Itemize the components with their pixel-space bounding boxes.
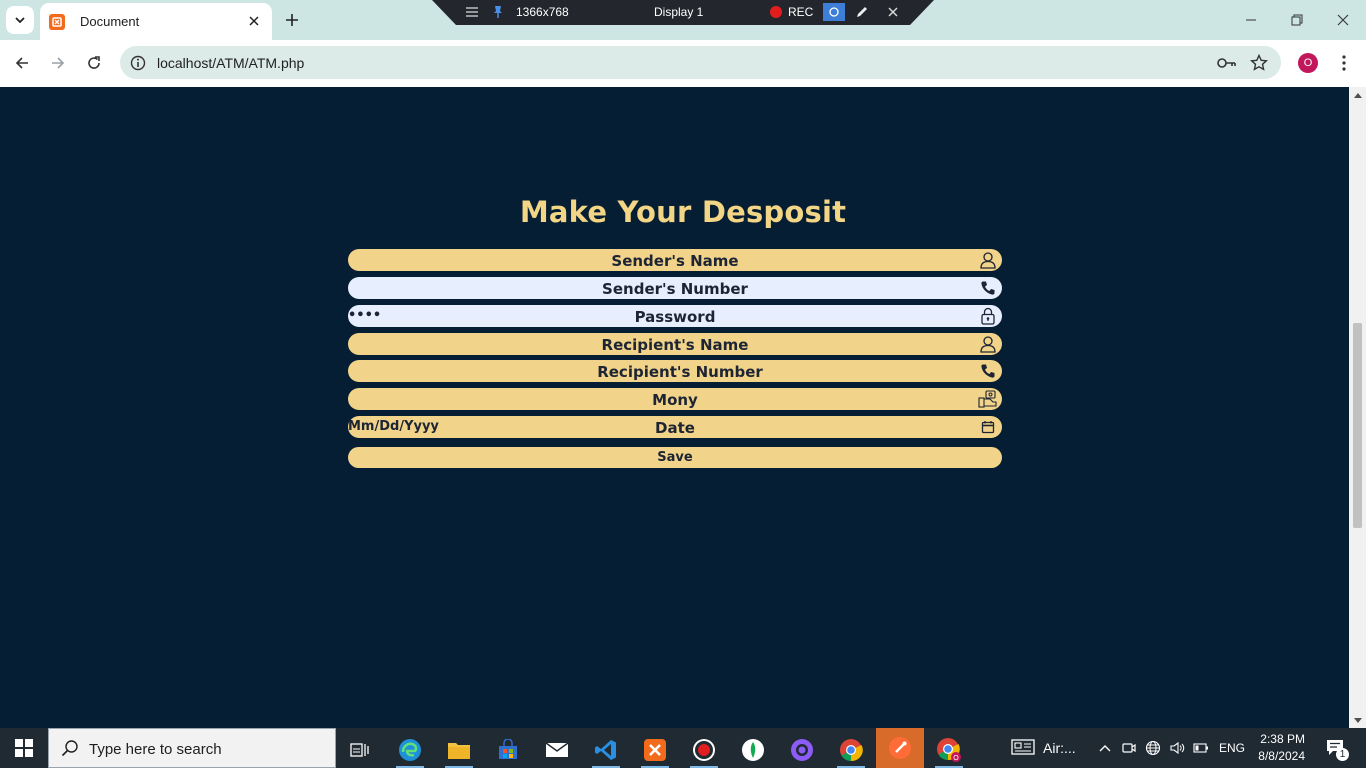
chrome-profile-icon[interactable]: O bbox=[929, 732, 969, 768]
battery-icon[interactable] bbox=[1193, 740, 1209, 756]
password-key-icon[interactable] bbox=[1217, 54, 1237, 72]
page-title: Make Your Desposit bbox=[519, 195, 847, 229]
lock-icon bbox=[978, 306, 998, 326]
search-icon bbox=[61, 740, 78, 757]
reload-icon bbox=[88, 56, 100, 69]
bookmark-star-icon[interactable] bbox=[1249, 53, 1269, 73]
field-placeholder: Password bbox=[634, 308, 716, 326]
scrollbar-thumb[interactable] bbox=[1353, 323, 1362, 528]
start-button[interactable] bbox=[0, 728, 48, 768]
tab-title: Document bbox=[80, 14, 140, 29]
edge-browser-icon[interactable] bbox=[390, 732, 430, 768]
screen-recorder-bar: 1366x768 Display 1 REC bbox=[432, 0, 934, 25]
sender-name-input[interactable]: Sender's Name bbox=[348, 249, 1002, 271]
mongodb-compass-icon[interactable] bbox=[733, 732, 773, 768]
field-placeholder: Sender's Number bbox=[602, 280, 748, 298]
field-placeholder: Recipient's Number bbox=[597, 363, 763, 381]
site-info-icon[interactable] bbox=[129, 54, 147, 72]
field-placeholder: Mony bbox=[652, 391, 698, 409]
forward-button[interactable] bbox=[46, 51, 70, 75]
money-input[interactable]: Mony bbox=[348, 388, 1002, 410]
chevron-down-icon bbox=[15, 17, 25, 24]
svg-text:O: O bbox=[953, 755, 959, 762]
save-button[interactable]: Save bbox=[348, 447, 1002, 468]
arrow-right-icon bbox=[52, 57, 65, 69]
field-placeholder: Sender's Name bbox=[611, 252, 739, 270]
clock-date[interactable]: 8/8/2024 bbox=[1257, 749, 1305, 763]
task-view-icon[interactable] bbox=[340, 732, 380, 768]
recipient-name-input[interactable]: Recipient's Name bbox=[348, 333, 1002, 355]
recorder-close-icon[interactable] bbox=[883, 3, 903, 21]
profile-avatar[interactable]: O bbox=[1298, 53, 1318, 73]
camera-icon[interactable] bbox=[823, 3, 845, 21]
xampp-favicon-icon bbox=[49, 13, 65, 30]
tab-search-button[interactable] bbox=[6, 6, 34, 34]
recorder-display: Display 1 bbox=[654, 5, 704, 19]
news-widget-icon[interactable] bbox=[1010, 739, 1036, 755]
url-text: localhost/ATM/ATM.php bbox=[157, 55, 305, 71]
close-window-button[interactable] bbox=[1331, 8, 1355, 32]
menu-icon[interactable] bbox=[462, 3, 482, 21]
scroll-up-icon[interactable] bbox=[1353, 91, 1362, 99]
new-tab-button[interactable] bbox=[282, 10, 302, 30]
vertical-scrollbar[interactable] bbox=[1349, 87, 1366, 728]
pin-icon[interactable] bbox=[488, 3, 508, 21]
github-desktop-icon[interactable] bbox=[782, 732, 822, 768]
restore-icon bbox=[1291, 14, 1303, 26]
calendar-icon[interactable] bbox=[978, 417, 998, 437]
back-button[interactable] bbox=[10, 51, 34, 75]
network-globe-icon[interactable] bbox=[1145, 740, 1161, 756]
volume-icon[interactable] bbox=[1169, 740, 1185, 756]
language-indicator[interactable]: ENG bbox=[1219, 741, 1245, 755]
field-placeholder: Recipient's Name bbox=[601, 336, 749, 354]
file-explorer-icon[interactable] bbox=[439, 732, 479, 768]
clock-time[interactable]: 2:38 PM bbox=[1259, 732, 1305, 746]
record-label: REC bbox=[788, 5, 814, 19]
vscode-icon[interactable] bbox=[586, 732, 626, 768]
windows-taskbar: Type here to search O Air:... ENG 2:38 P… bbox=[0, 728, 1366, 768]
phone-icon bbox=[978, 361, 998, 381]
field-placeholder: Date bbox=[655, 419, 695, 437]
money-icon bbox=[978, 389, 998, 409]
taskbar-search-box[interactable]: Type here to search bbox=[48, 728, 336, 768]
reload-button[interactable] bbox=[82, 51, 106, 75]
record-status[interactable]: REC bbox=[770, 5, 813, 19]
record-dot-icon bbox=[770, 6, 782, 18]
arrow-left-icon bbox=[15, 57, 28, 69]
tab-strip: Document 1366x768 Display 1 REC bbox=[0, 0, 1366, 40]
weather-text[interactable]: Air:... bbox=[1043, 740, 1076, 756]
close-icon bbox=[1337, 14, 1349, 26]
xampp-icon[interactable] bbox=[635, 732, 675, 768]
phone-icon bbox=[978, 278, 998, 298]
plus-icon bbox=[286, 14, 298, 26]
search-placeholder: Type here to search bbox=[89, 741, 222, 758]
scroll-down-icon[interactable] bbox=[1353, 716, 1362, 724]
chevron-up-icon[interactable] bbox=[1097, 740, 1113, 756]
chrome-icon[interactable] bbox=[831, 732, 871, 768]
password-input[interactable]: •••• Password bbox=[348, 305, 1002, 327]
close-tab-icon[interactable] bbox=[246, 13, 262, 29]
user-icon bbox=[978, 250, 998, 270]
recorder-resolution: 1366x768 bbox=[516, 5, 569, 19]
postman-icon[interactable] bbox=[876, 728, 924, 768]
pen-icon[interactable] bbox=[852, 3, 872, 21]
date-input[interactable]: Mm/Dd/Yyyy Date bbox=[348, 416, 1002, 438]
recipient-number-input[interactable]: Recipient's Number bbox=[348, 360, 1002, 382]
browser-tab[interactable]: Document bbox=[40, 3, 272, 40]
notification-count-badge: 1 bbox=[1336, 748, 1349, 761]
meet-now-icon[interactable] bbox=[1121, 740, 1137, 756]
minimize-icon bbox=[1246, 19, 1256, 21]
restore-button[interactable] bbox=[1285, 8, 1309, 32]
user-icon bbox=[978, 334, 998, 354]
mail-icon[interactable] bbox=[537, 732, 577, 768]
address-bar[interactable]: localhost/ATM/ATM.php bbox=[120, 46, 1281, 79]
more-menu-icon[interactable] bbox=[1334, 52, 1354, 74]
windows-logo-icon bbox=[15, 739, 33, 757]
screen-recorder-app-icon[interactable] bbox=[684, 732, 724, 768]
minimize-button[interactable] bbox=[1239, 8, 1263, 32]
browser-toolbar: localhost/ATM/ATM.php O bbox=[0, 40, 1366, 87]
microsoft-store-icon[interactable] bbox=[488, 732, 528, 768]
sender-number-input[interactable]: Sender's Number bbox=[348, 277, 1002, 299]
